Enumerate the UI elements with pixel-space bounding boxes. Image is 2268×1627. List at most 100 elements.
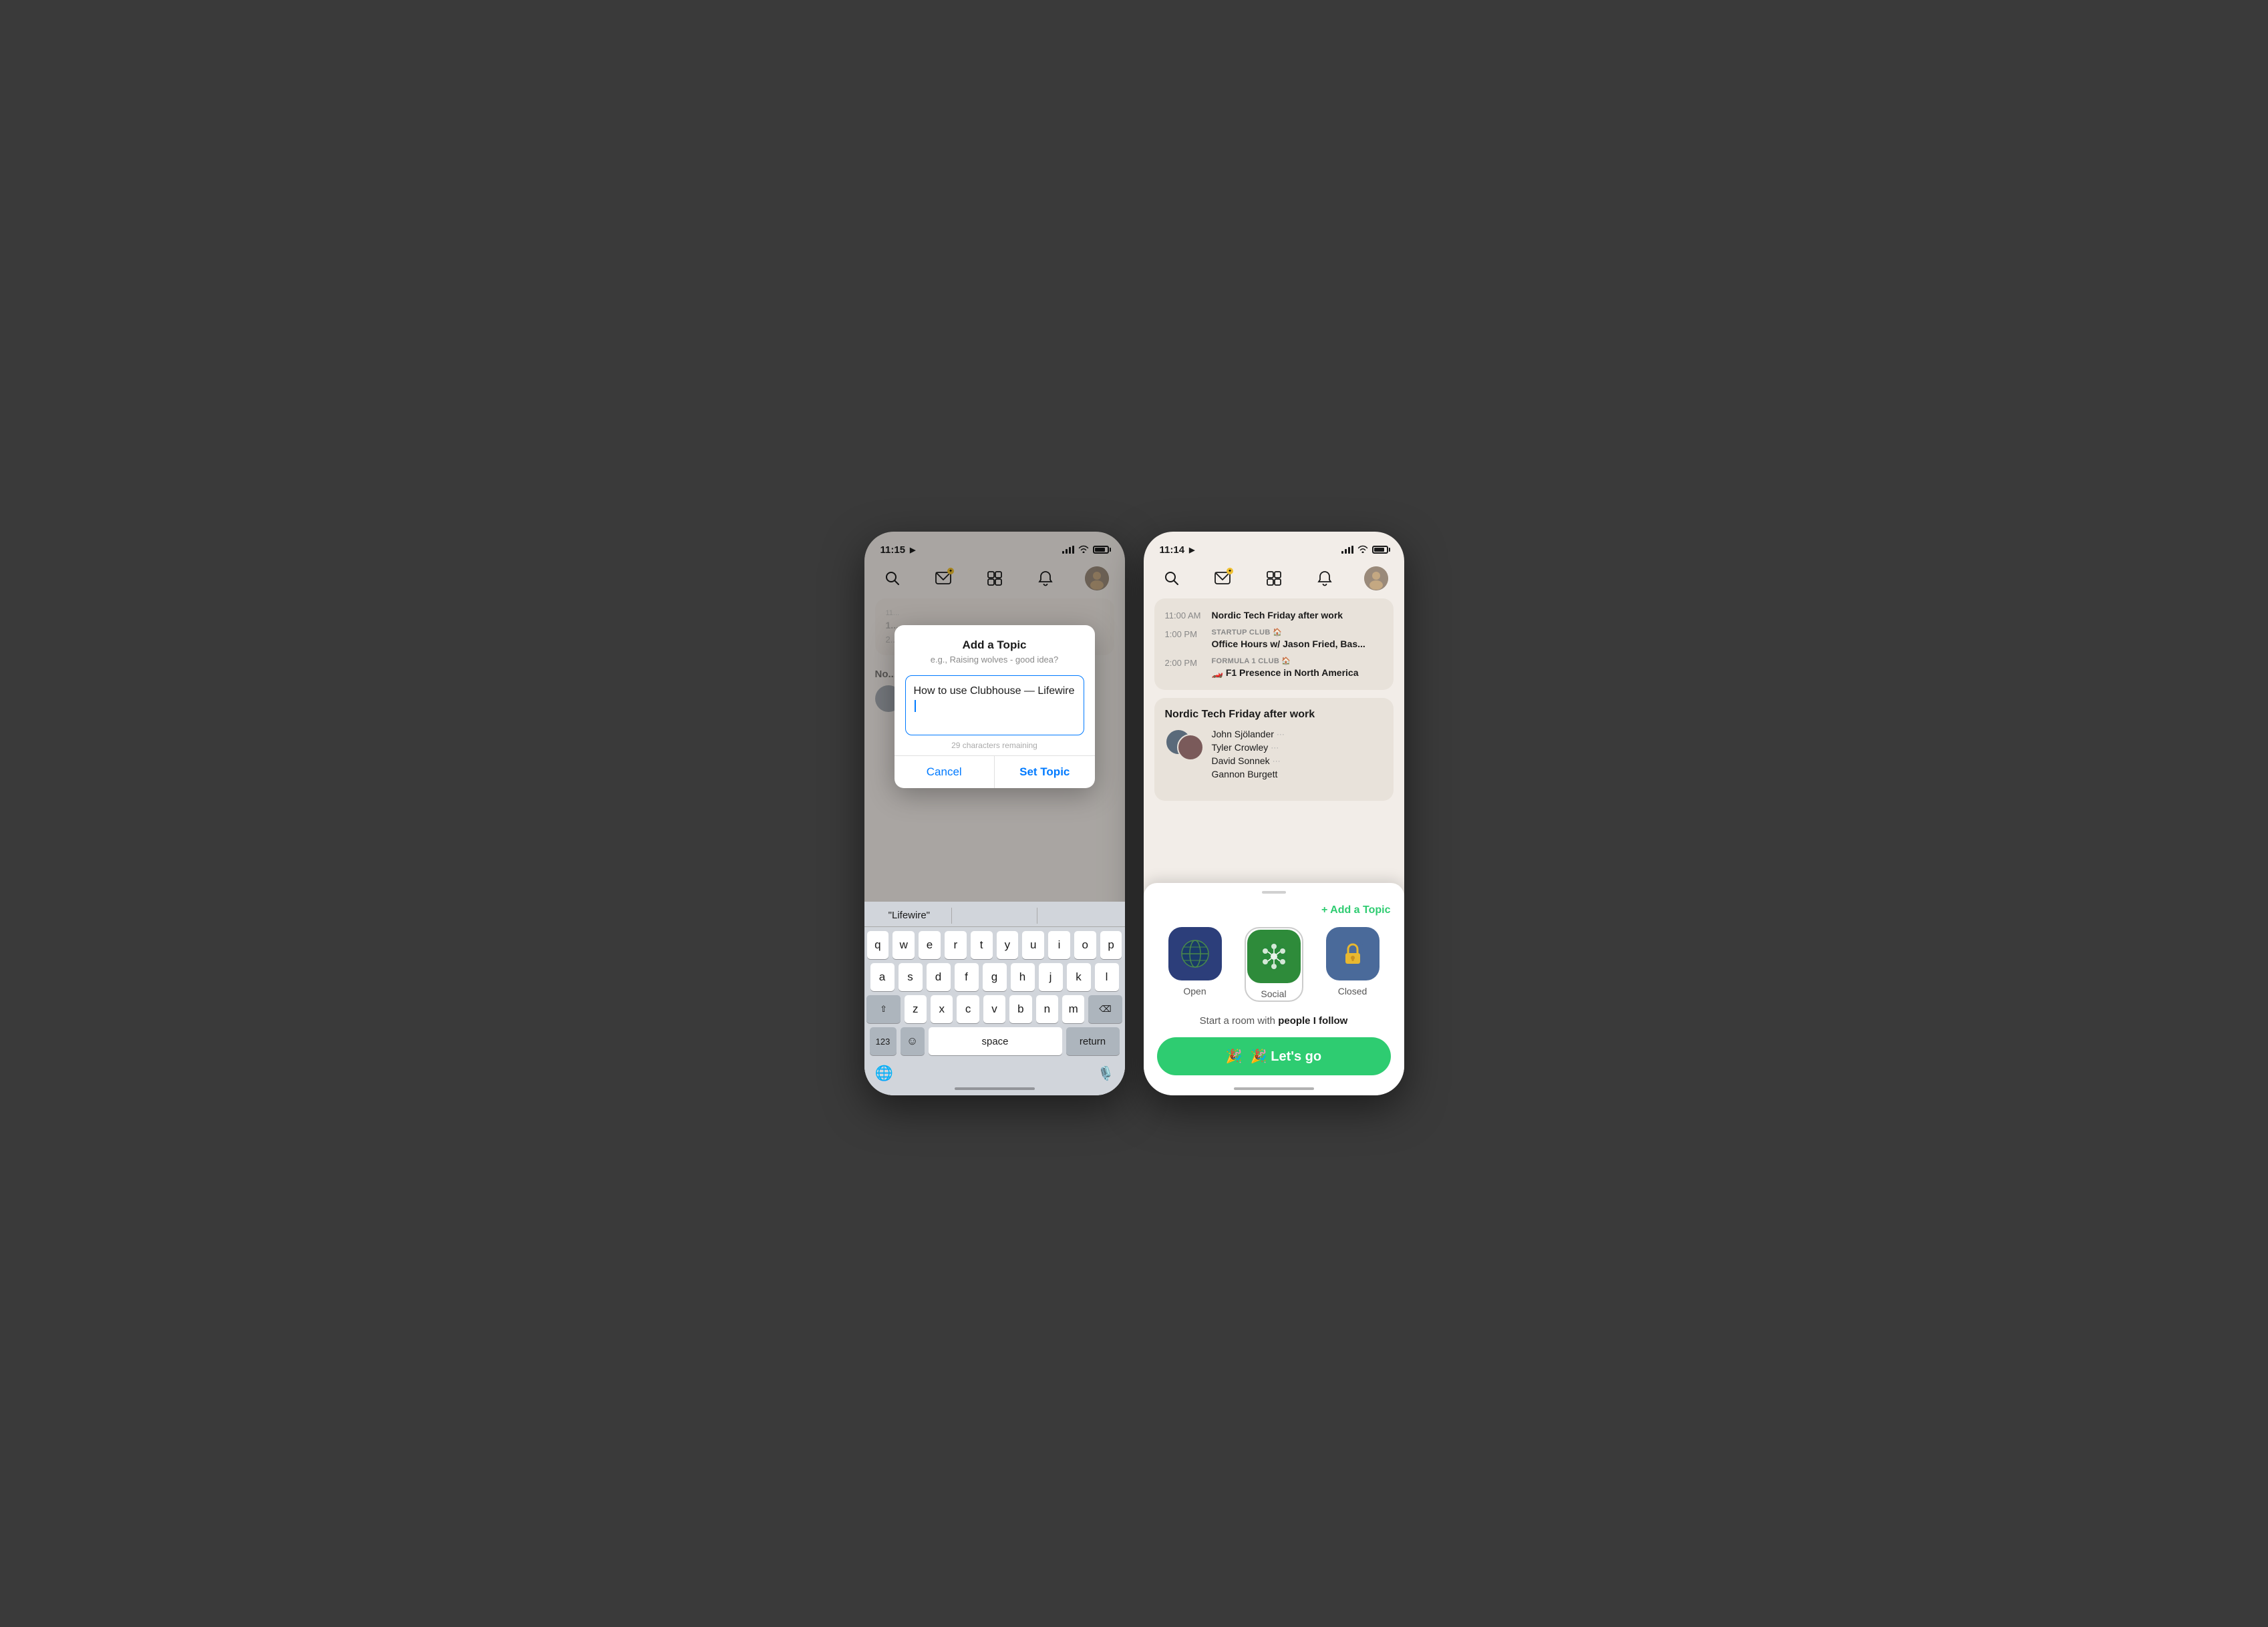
number-key[interactable]: 123 xyxy=(870,1027,897,1055)
party-emoji: 🎉 xyxy=(1226,1048,1243,1065)
room-card[interactable]: Nordic Tech Friday after work John Sjöla… xyxy=(1154,698,1394,801)
text-cursor xyxy=(915,700,916,712)
room-title: Nordic Tech Friday after work xyxy=(1165,709,1383,721)
suggestion-item-3[interactable] xyxy=(1043,913,1117,918)
member-avatar-2 xyxy=(1177,734,1204,761)
suggestion-item-2[interactable] xyxy=(957,913,1031,918)
room-type-social[interactable]: Social xyxy=(1245,927,1303,1002)
key-t[interactable]: t xyxy=(971,931,993,959)
avatar-2[interactable] xyxy=(1364,566,1388,590)
grid-icon-2[interactable] xyxy=(1262,566,1286,590)
bottom-sheet: + Add a Topic xyxy=(1144,883,1404,1095)
key-i[interactable]: i xyxy=(1048,931,1070,959)
modal-input-area[interactable]: How to use Clubhouse — Lifewire xyxy=(905,675,1084,735)
signal-icon-2 xyxy=(1341,546,1353,554)
key-k[interactable]: k xyxy=(1067,963,1091,991)
key-p[interactable]: p xyxy=(1100,931,1122,959)
key-q[interactable]: q xyxy=(867,931,889,959)
key-o[interactable]: o xyxy=(1074,931,1096,959)
space-key[interactable]: space xyxy=(929,1027,1062,1055)
add-topic-button[interactable]: + Add a Topic xyxy=(1157,904,1391,916)
set-topic-button[interactable]: Set Topic xyxy=(995,756,1095,788)
room-members: John Sjölander ··· Tyler Crowley ··· Dav… xyxy=(1165,729,1383,782)
key-m[interactable]: m xyxy=(1062,995,1084,1023)
key-z[interactable]: z xyxy=(905,995,927,1023)
keyboard: "Lifewire" q w e r t y u xyxy=(864,902,1125,1095)
status-bar-2: 11:14 ▶ xyxy=(1144,532,1404,561)
time-display-2: 11:14 ▶ xyxy=(1160,544,1195,556)
cancel-button[interactable]: Cancel xyxy=(895,756,995,788)
add-topic-modal: Add a Topic e.g., Raising wolves - good … xyxy=(895,625,1095,788)
mic-icon[interactable]: 🎙️ xyxy=(1098,1065,1114,1082)
key-c[interactable]: c xyxy=(957,995,979,1023)
key-w[interactable]: w xyxy=(893,931,915,959)
location-icon-2: ▶ xyxy=(1189,546,1194,554)
key-b[interactable]: b xyxy=(1009,995,1031,1023)
return-key[interactable]: return xyxy=(1066,1027,1120,1055)
phone-2-content: 11:00 AM Nordic Tech Friday after work 1… xyxy=(1144,598,1404,801)
member-name-4: Gannon Burgett xyxy=(1212,769,1383,779)
bell-icon-2[interactable] xyxy=(1313,566,1337,590)
key-a[interactable]: a xyxy=(870,963,895,991)
social-icon xyxy=(1247,930,1301,983)
closed-label: Closed xyxy=(1338,986,1367,997)
room-type-closed[interactable]: Closed xyxy=(1326,927,1380,1002)
home-indicator-2 xyxy=(1234,1087,1314,1090)
wifi-icon-2 xyxy=(1357,545,1368,555)
schedule-time-3: 2:00 PM xyxy=(1165,657,1205,668)
room-type-row: Open xyxy=(1157,927,1391,1002)
phone-2-inner: 11:14 ▶ xyxy=(1144,532,1404,1095)
sparkle-badge-2: ✦ xyxy=(1227,568,1233,574)
key-row-2: a s d f g h j k l xyxy=(867,963,1122,991)
emoji-key[interactable]: ☺ xyxy=(901,1027,925,1055)
key-row-4: 123 ☺ space return xyxy=(867,1027,1122,1055)
key-h[interactable]: h xyxy=(1011,963,1035,991)
globe-icon[interactable]: 🌐 xyxy=(875,1065,893,1082)
schedule-row-2: 1:00 PM STARTUP CLUB 🏠 Office Hours w/ J… xyxy=(1165,628,1383,650)
phone-1: 11:15 ▶ xyxy=(864,532,1125,1095)
suggestion-item[interactable]: "Lifewire" xyxy=(872,907,947,924)
phone-1-inner: 11:15 ▶ xyxy=(864,532,1125,1095)
key-y[interactable]: y xyxy=(997,931,1019,959)
modal-header: Add a Topic e.g., Raising wolves - good … xyxy=(895,625,1095,670)
schedule-row-1: 11:00 AM Nordic Tech Friday after work xyxy=(1165,609,1383,621)
delete-key[interactable]: ⌫ xyxy=(1088,995,1122,1023)
schedule-title-3: 🏎️ F1 Presence in North America xyxy=(1212,667,1383,679)
key-r[interactable]: r xyxy=(945,931,967,959)
schedule-card: 11:00 AM Nordic Tech Friday after work 1… xyxy=(1154,598,1394,690)
lets-go-text: 🎉 Let's go xyxy=(1251,1048,1321,1065)
lets-go-button[interactable]: 🎉 🎉 Let's go xyxy=(1157,1037,1391,1075)
key-d[interactable]: d xyxy=(927,963,951,991)
key-f[interactable]: f xyxy=(955,963,979,991)
open-icon xyxy=(1168,927,1222,980)
time-text-2: 11:14 xyxy=(1160,544,1185,556)
key-l[interactable]: l xyxy=(1095,963,1119,991)
modal-subtitle: e.g., Raising wolves - good idea? xyxy=(908,655,1082,665)
schedule-row-3: 2:00 PM FORMULA 1 CLUB 🏠 🏎️ F1 Presence … xyxy=(1165,657,1383,679)
modal-buttons: Cancel Set Topic xyxy=(895,755,1095,788)
key-u[interactable]: u xyxy=(1022,931,1044,959)
key-e[interactable]: e xyxy=(919,931,941,959)
key-j[interactable]: j xyxy=(1039,963,1063,991)
char-count: 29 characters remaining xyxy=(895,738,1095,755)
key-v[interactable]: v xyxy=(983,995,1005,1023)
schedule-title-2: Office Hours w/ Jason Fried, Bas... xyxy=(1212,638,1383,650)
key-s[interactable]: s xyxy=(899,963,923,991)
schedule-time-2: 1:00 PM xyxy=(1165,628,1205,639)
open-label: Open xyxy=(1183,986,1206,997)
key-n[interactable]: n xyxy=(1036,995,1058,1023)
shift-key[interactable]: ⇧ xyxy=(866,995,900,1023)
schedule-club-3: FORMULA 1 CLUB 🏠 xyxy=(1212,657,1383,665)
key-g[interactable]: g xyxy=(983,963,1007,991)
room-type-open[interactable]: Open xyxy=(1168,927,1222,1002)
modal-input-text: How to use Clubhouse — Lifewire xyxy=(914,684,1076,714)
suggestion-bar: "Lifewire" xyxy=(864,902,1125,927)
key-x[interactable]: x xyxy=(931,995,953,1023)
schedule-time-1: 11:00 AM xyxy=(1165,609,1205,620)
compose-icon-2[interactable]: ✦ xyxy=(1210,566,1235,590)
key-row-3: ⇧ z x c v b n m ⌫ xyxy=(867,995,1122,1023)
status-icons-2 xyxy=(1341,545,1388,555)
member-avatars xyxy=(1165,729,1205,782)
social-label: Social xyxy=(1261,988,1286,999)
search-icon-2[interactable] xyxy=(1160,566,1184,590)
